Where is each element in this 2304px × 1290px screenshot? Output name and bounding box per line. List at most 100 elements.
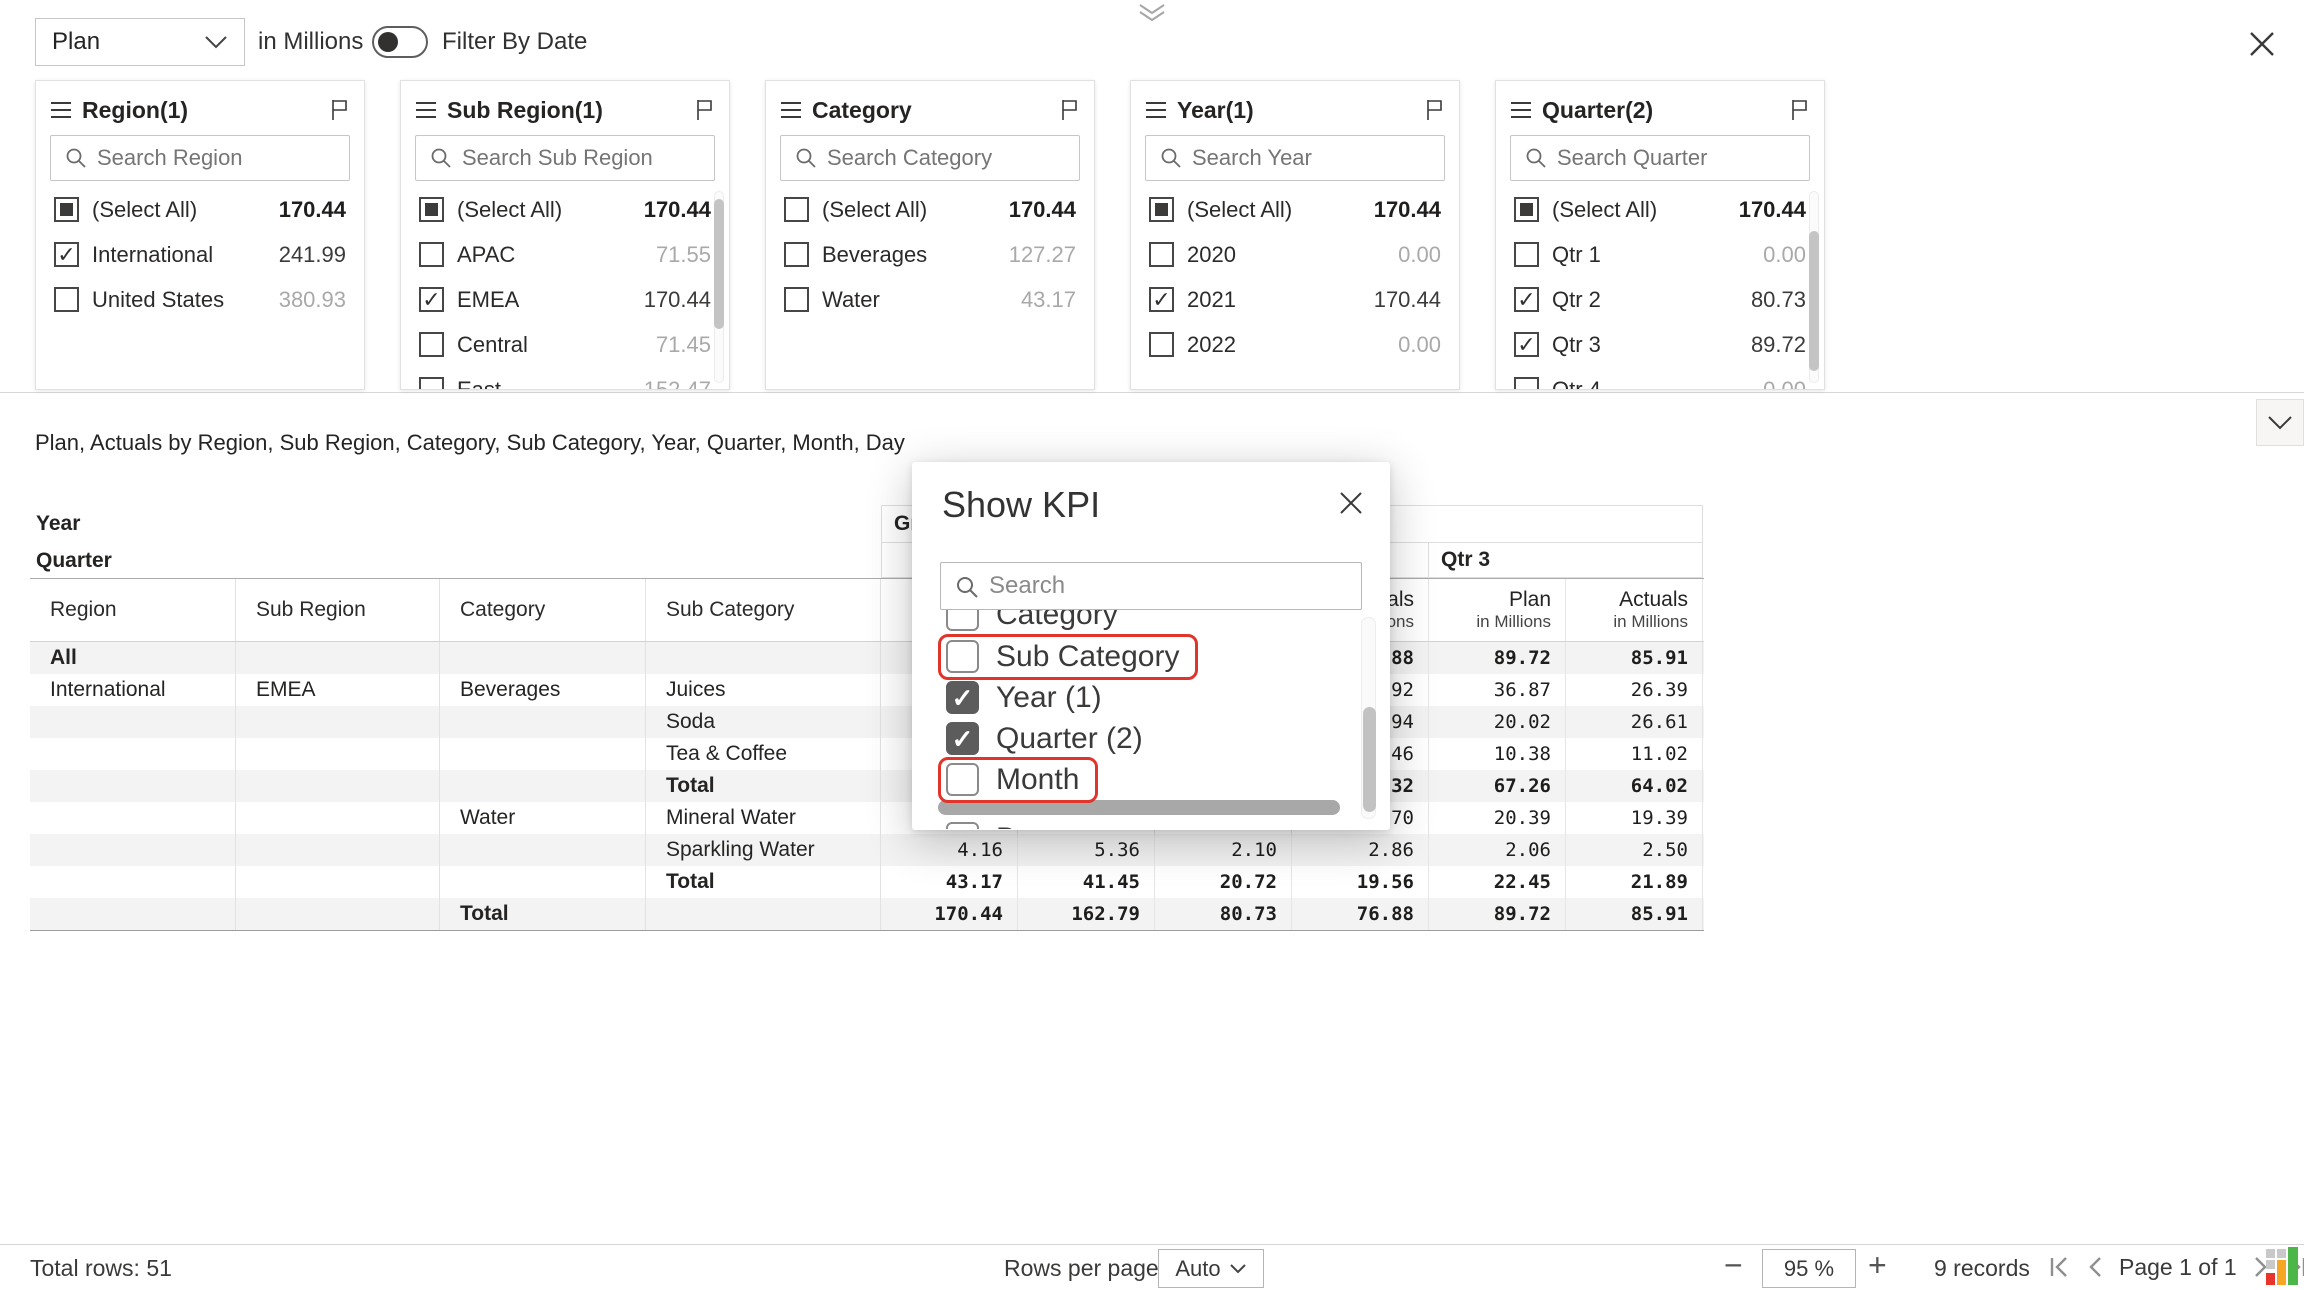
filter-item-select-all[interactable]: (Select All)170.44 (401, 187, 729, 232)
kpi-item-month[interactable]: Month (938, 759, 1334, 800)
rows-per-page-dropdown[interactable]: Auto (1158, 1249, 1264, 1288)
checkbox-checked-icon[interactable] (54, 242, 79, 267)
filter-item-value: 170.44 (1739, 197, 1806, 223)
card-search-input[interactable] (50, 135, 350, 181)
filter-item-select-all[interactable]: (Select All)170.44 (1131, 187, 1459, 232)
checkbox-unchecked-icon[interactable] (784, 287, 809, 312)
filter-item-international[interactable]: International241.99 (36, 232, 364, 277)
filter-by-date-toggle[interactable] (372, 26, 428, 58)
kpi-search-box (940, 562, 1362, 610)
modal-title: Show KPI (942, 484, 1100, 526)
checkbox-checked-icon[interactable] (419, 287, 444, 312)
checkbox-unchecked-icon[interactable] (1149, 242, 1174, 267)
kpi-item-inner: Sub Category (938, 634, 1198, 680)
checkbox-unchecked-icon[interactable] (1149, 332, 1174, 357)
checkbox-unchecked-icon[interactable] (419, 242, 444, 267)
zoom-level-input[interactable]: 95 % (1762, 1249, 1856, 1288)
kpi-item-sub-category[interactable]: Sub Category (938, 636, 1334, 677)
checkbox-indeterminate-icon[interactable] (54, 197, 79, 222)
filter-item-label: United States (92, 287, 224, 313)
close-icon[interactable] (2244, 26, 2280, 62)
flag-icon[interactable] (695, 99, 715, 121)
pagination: Page 1 of 1 (2043, 1249, 2304, 1285)
drag-handle-icon[interactable] (780, 101, 802, 119)
checkbox-unchecked-icon[interactable] (1514, 377, 1539, 390)
modal-close-icon[interactable] (1334, 486, 1368, 520)
filter-item-select-all[interactable]: (Select All)170.44 (1496, 187, 1824, 232)
filter-item-emea[interactable]: EMEA170.44 (401, 277, 729, 322)
table-row: Total170.44162.7980.7376.8889.7285.91 (30, 898, 1704, 930)
filter-item-select-all[interactable]: (Select All)170.44 (766, 187, 1094, 232)
flag-icon[interactable] (1425, 99, 1445, 121)
zoom-in-button[interactable]: + (1868, 1247, 1887, 1284)
checkbox-checked-icon[interactable] (1514, 332, 1539, 357)
drag-handle-icon[interactable] (1510, 101, 1532, 119)
checkbox-unchecked-icon[interactable] (784, 197, 809, 222)
kpi-clipped-item: Category (938, 610, 1334, 636)
checkbox-unchecked-icon[interactable] (419, 377, 444, 390)
filter-item-label: Beverages (822, 242, 927, 268)
kpi-item-quarter-2[interactable]: Quarter (2) (938, 718, 1334, 759)
flag-icon[interactable] (330, 99, 350, 121)
filter-item-qtr-2[interactable]: Qtr 280.73 (1496, 277, 1824, 322)
checkbox-unchecked-icon[interactable] (784, 242, 809, 267)
card-item-list: (Select All)170.4420200.002021170.442022… (1131, 187, 1459, 367)
collapse-panel-icon[interactable] (1136, 2, 1168, 24)
kpi-item-category[interactable]: Category (938, 610, 1334, 635)
kpi-search-input[interactable] (940, 562, 1362, 610)
filter-item-central[interactable]: Central71.45 (401, 322, 729, 367)
checkbox-unchecked-icon[interactable] (419, 332, 444, 357)
filter-item-2022[interactable]: 20220.00 (1131, 322, 1459, 367)
filter-item-east[interactable]: East152.47 (401, 367, 729, 390)
kpi-item-day[interactable]: Day (938, 818, 1330, 829)
filter-item-select-all[interactable]: (Select All)170.44 (36, 187, 364, 232)
checkbox-unchecked-icon[interactable] (54, 287, 79, 312)
card-scrollbar-thumb[interactable] (714, 199, 724, 329)
checkbox-checked-icon[interactable] (1149, 287, 1174, 312)
filter-item-qtr-1[interactable]: Qtr 10.00 (1496, 232, 1824, 277)
filter-item-beverages[interactable]: Beverages127.27 (766, 232, 1094, 277)
value-cell: 41.45 (1018, 866, 1155, 898)
measure-dropdown[interactable]: Plan (35, 18, 245, 66)
card-search-input[interactable] (415, 135, 715, 181)
row-label-cell (30, 706, 236, 738)
card-search-input[interactable] (1145, 135, 1445, 181)
kpi-item-year-1[interactable]: Year (1) (938, 677, 1334, 718)
col-header-region: Region (30, 579, 236, 641)
filter-item-apac[interactable]: APAC71.55 (401, 232, 729, 277)
checkbox-indeterminate-icon[interactable] (419, 197, 444, 222)
flag-icon[interactable] (1790, 99, 1810, 121)
first-page-button[interactable] (2043, 1249, 2075, 1285)
filter-item-water[interactable]: Water43.17 (766, 277, 1094, 322)
filter-item-2021[interactable]: 2021170.44 (1131, 277, 1459, 322)
checkbox-unchecked-icon[interactable] (946, 610, 979, 631)
checkbox-checked-icon[interactable] (946, 681, 979, 714)
filter-item-united-states[interactable]: United States380.93 (36, 277, 364, 322)
filter-item-2020[interactable]: 20200.00 (1131, 232, 1459, 277)
checkbox-unchecked-icon[interactable] (946, 822, 979, 829)
checkbox-indeterminate-icon[interactable] (1149, 197, 1174, 222)
card-scrollbar-thumb[interactable] (1809, 231, 1819, 371)
checkbox-unchecked-icon[interactable] (946, 640, 979, 673)
checkbox-checked-icon[interactable] (946, 722, 979, 755)
filter-item-qtr-3[interactable]: Qtr 389.72 (1496, 322, 1824, 367)
zoom-out-button[interactable]: − (1724, 1247, 1743, 1284)
checkbox-unchecked-icon[interactable] (946, 763, 979, 796)
card-search-input[interactable] (780, 135, 1080, 181)
kpi-scrollbar-thumb[interactable] (1363, 707, 1376, 812)
table-row: InternationalEMEABeveragesJuices.9236.87… (30, 674, 1704, 706)
checkbox-unchecked-icon[interactable] (1514, 242, 1539, 267)
collapse-filterbar-button[interactable] (2256, 399, 2304, 446)
card-search-input[interactable] (1510, 135, 1810, 181)
filter-item-qtr-4[interactable]: Qtr 40.00 (1496, 367, 1824, 390)
flag-icon[interactable] (1060, 99, 1080, 121)
checkbox-indeterminate-icon[interactable] (1514, 197, 1539, 222)
checkbox-checked-icon[interactable] (1514, 287, 1539, 312)
previous-page-button[interactable] (2079, 1249, 2111, 1285)
drag-handle-icon[interactable] (1145, 101, 1167, 119)
measure-label: Actuals (1619, 588, 1688, 612)
drag-handle-icon[interactable] (50, 101, 72, 119)
table-row: Total.3267.2664.02 (30, 770, 1704, 802)
drag-handle-icon[interactable] (415, 101, 437, 119)
table-row: Total43.1741.4520.7219.5622.4521.89 (30, 866, 1704, 898)
